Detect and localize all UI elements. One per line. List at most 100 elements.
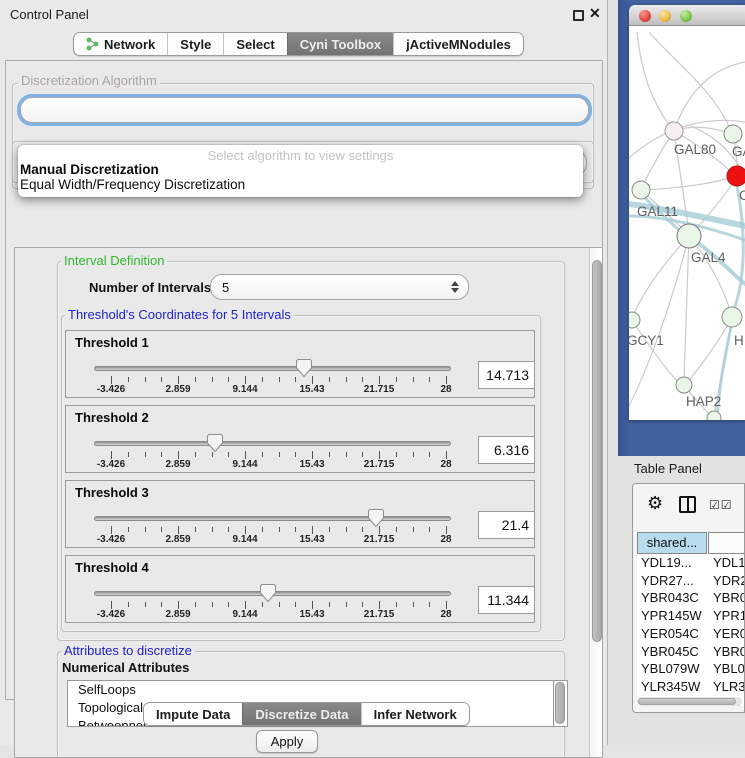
tab-cyni-toolbox[interactable]: Cyni Toolbox — [287, 33, 393, 55]
table-row[interactable]: YDR27...YDR2 — [637, 572, 745, 590]
checkbox-icons[interactable]: ☑☑ — [709, 498, 733, 512]
slider-tick — [446, 526, 447, 534]
attributes-list-scrollbar[interactable] — [554, 680, 568, 727]
table-row[interactable]: YLR345WYLR3 — [637, 678, 745, 696]
table-row[interactable]: YER054CYER0 — [637, 625, 745, 643]
slider-tick — [346, 602, 347, 607]
threshold-value-field[interactable]: 21.4 — [478, 511, 535, 539]
tab-infer-network[interactable]: Infer Network — [361, 703, 469, 725]
network-window-titlebar[interactable] — [629, 5, 745, 26]
split-columns-icon[interactable] — [679, 496, 696, 513]
slider-tick — [128, 527, 129, 532]
algorithm-combobox[interactable] — [20, 97, 589, 123]
table-hscrollbar[interactable] — [637, 697, 742, 706]
combo-spinner-icon[interactable] — [450, 281, 459, 293]
slider-tick — [396, 377, 397, 382]
table-row[interactable]: YPR145WYPR1 — [637, 607, 745, 625]
network-node[interactable] — [632, 181, 650, 199]
threshold-panel: Threshold 3-3.4262.8599.14415.4321.71528… — [65, 480, 535, 548]
table-hscrollbar-thumb[interactable] — [638, 698, 736, 705]
network-edge[interactable] — [637, 32, 674, 131]
network-node[interactable] — [676, 377, 692, 393]
apply-button[interactable]: Apply — [256, 730, 318, 753]
tab-discretize-data[interactable]: Discretize Data — [242, 703, 360, 725]
network-node[interactable] — [707, 411, 721, 420]
slider-tick — [145, 377, 146, 382]
zoom-traffic-light-icon[interactable] — [680, 10, 692, 22]
tab-label: Select — [236, 37, 274, 52]
slider-thumb[interactable] — [296, 358, 312, 378]
table-row[interactable]: YBR043CYBR0 — [637, 589, 745, 607]
table-row[interactable]: YBL079WYBL0 — [637, 660, 745, 678]
tab-network[interactable]: Network — [74, 33, 167, 55]
attribute-list-item[interactable]: SelfLoops — [68, 681, 553, 699]
tab-label: Cyni Toolbox — [300, 37, 381, 52]
network-node[interactable] — [665, 122, 683, 140]
slider-tick-label: 2.859 — [165, 459, 190, 470]
cell-shared-name: YPR145W — [641, 607, 707, 625]
tab-select[interactable]: Select — [223, 33, 286, 55]
attributes-scrollbar-thumb[interactable] — [555, 682, 565, 724]
table-row[interactable]: YBR045CYBR0 — [637, 643, 745, 661]
close-icon[interactable]: ✕ — [589, 5, 601, 22]
slider-tick — [329, 527, 330, 532]
threshold-label: Threshold 1 — [75, 335, 149, 350]
threshold-label: Threshold 2 — [75, 410, 149, 425]
column-header-name[interactable]: n — [708, 532, 745, 554]
network-edge-highlighted[interactable] — [733, 186, 743, 312]
threshold-value-field[interactable]: 6.316 — [478, 436, 535, 464]
network-edge[interactable] — [634, 236, 689, 314]
float-window-icon[interactable] — [573, 10, 584, 21]
network-edge[interactable] — [632, 320, 677, 381]
network-window: GAL80GACGAL11GAL4GCY1HHAP2 — [629, 5, 745, 420]
settings-scrollbar-thumb[interactable] — [592, 260, 602, 642]
slider-tick — [329, 602, 330, 607]
algorithm-option[interactable]: Manual Discretization — [20, 162, 581, 177]
slider-thumb[interactable] — [207, 433, 223, 453]
tab-impute-data[interactable]: Impute Data — [144, 703, 242, 725]
slider-tick — [429, 602, 430, 607]
slider-track[interactable] — [94, 516, 451, 521]
network-graph[interactable]: GAL80GACGAL11GAL4GCY1HHAP2 — [629, 26, 745, 420]
network-node-label: GA — [732, 144, 745, 159]
table-row[interactable]: YDL19...YDL1 — [637, 554, 745, 572]
network-canvas[interactable]: GAL80GACGAL11GAL4GCY1HHAP2 — [629, 26, 745, 420]
settings-scrollbar[interactable] — [589, 248, 603, 758]
minimize-traffic-light-icon[interactable] — [659, 10, 671, 22]
network-node[interactable] — [629, 312, 640, 328]
slider-tick-label: 21.715 — [364, 384, 395, 395]
network-node[interactable] — [727, 166, 745, 186]
algorithm-option[interactable]: Equal Width/Frequency Discretization — [20, 177, 581, 192]
threshold-value-field[interactable]: 14.713 — [478, 361, 535, 389]
network-node[interactable] — [677, 224, 701, 248]
threshold-value-field[interactable]: 11.344 — [478, 586, 535, 614]
slider-tick — [396, 602, 397, 607]
close-traffic-light-icon[interactable] — [639, 10, 651, 22]
tab-style[interactable]: Style — [167, 33, 223, 55]
network-node-label: GAL80 — [674, 142, 716, 157]
tab-label: Discretize Data — [255, 707, 348, 722]
network-edge[interactable] — [689, 236, 730, 310]
slider-track[interactable] — [94, 441, 451, 446]
slider-thumb[interactable] — [260, 583, 276, 603]
slider-tick — [161, 452, 162, 457]
column-header-shared[interactable]: shared... — [637, 532, 707, 554]
network-node[interactable] — [724, 125, 742, 143]
slider-tick — [245, 376, 246, 384]
slider-thumb[interactable] — [368, 508, 384, 528]
slider-tick — [145, 602, 146, 607]
number-of-intervals-combobox[interactable]: 5 — [210, 274, 469, 300]
tab-label: Impute Data — [156, 707, 230, 722]
slider-tick — [128, 452, 129, 457]
network-edge[interactable] — [684, 236, 689, 379]
tab-jactivemnodules[interactable]: jActiveMNodules — [393, 33, 523, 55]
slider-track[interactable] — [94, 366, 451, 371]
slider-tick — [228, 377, 229, 382]
slider-tick — [111, 376, 112, 384]
network-view-frame: GAL80GACGAL11GAL4GCY1HHAP2 — [618, 0, 745, 456]
network-edge[interactable] — [647, 176, 737, 190]
gear-icon[interactable]: ⚙ — [647, 493, 663, 514]
slider-tick — [396, 452, 397, 457]
network-node[interactable] — [722, 307, 742, 327]
slider-tick — [413, 527, 414, 532]
